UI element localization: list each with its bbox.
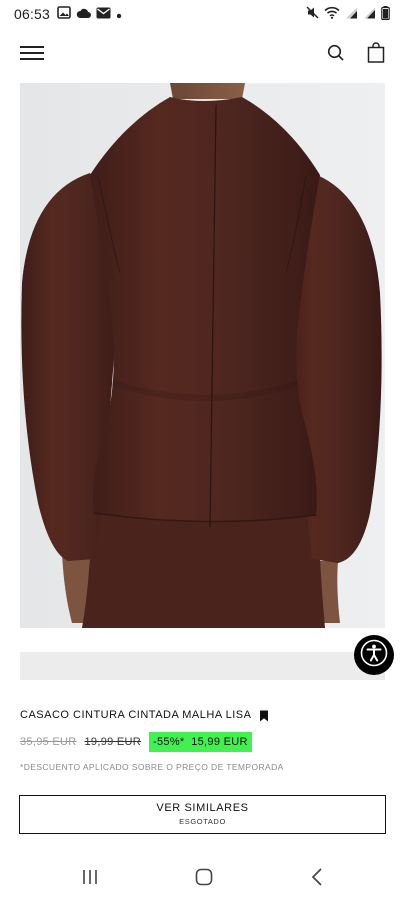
- wifi-icon: [324, 6, 340, 22]
- mute-icon: [306, 6, 319, 22]
- see-similar-button[interactable]: VER SIMILARES ESGOTADO: [19, 795, 386, 834]
- search-icon[interactable]: [326, 43, 346, 63]
- bookmark-icon[interactable]: [258, 709, 270, 722]
- cloud-icon: [76, 6, 92, 22]
- status-right-icons: [306, 5, 390, 23]
- price-sale: -55%* 15,99 EUR: [149, 732, 252, 752]
- accessibility-button[interactable]: [354, 635, 394, 675]
- product-image[interactable]: [20, 83, 385, 628]
- signal-icon: [363, 6, 376, 22]
- image-icon: [57, 6, 71, 22]
- status-bar: 06:53: [0, 0, 404, 28]
- recent-apps-icon[interactable]: [81, 869, 99, 885]
- discount-note: *DESCUENTO APLICADO SOBRE O PREÇO DE TEM…: [20, 762, 284, 772]
- home-icon[interactable]: [195, 868, 213, 886]
- see-similar-label: VER SIMILARES: [156, 802, 249, 814]
- dot-icon: [116, 6, 122, 22]
- hamburger-menu-icon[interactable]: [20, 46, 44, 60]
- sold-out-label: ESGOTADO: [179, 817, 226, 826]
- product-name: CASACO CINTURA CINTADA MALHA LISA: [20, 709, 252, 721]
- price-previous: 19,99 EUR: [84, 736, 142, 748]
- price-row: 35,95 EUR 19,99 EUR -55%* 15,99 EUR: [20, 732, 252, 752]
- signal-icon: [345, 6, 358, 22]
- mail-icon: [96, 6, 111, 22]
- app-header: [0, 30, 404, 76]
- system-nav-bar: [0, 858, 404, 896]
- back-icon[interactable]: [310, 867, 324, 887]
- price-original: 35,95 EUR: [20, 736, 77, 748]
- status-time: 06:53: [14, 6, 51, 22]
- accessibility-icon: [360, 639, 388, 672]
- image-carousel-indicator[interactable]: [20, 652, 385, 680]
- status-left-icons: [57, 6, 122, 22]
- battery-icon: [381, 5, 390, 23]
- shopping-bag-icon[interactable]: [366, 42, 386, 64]
